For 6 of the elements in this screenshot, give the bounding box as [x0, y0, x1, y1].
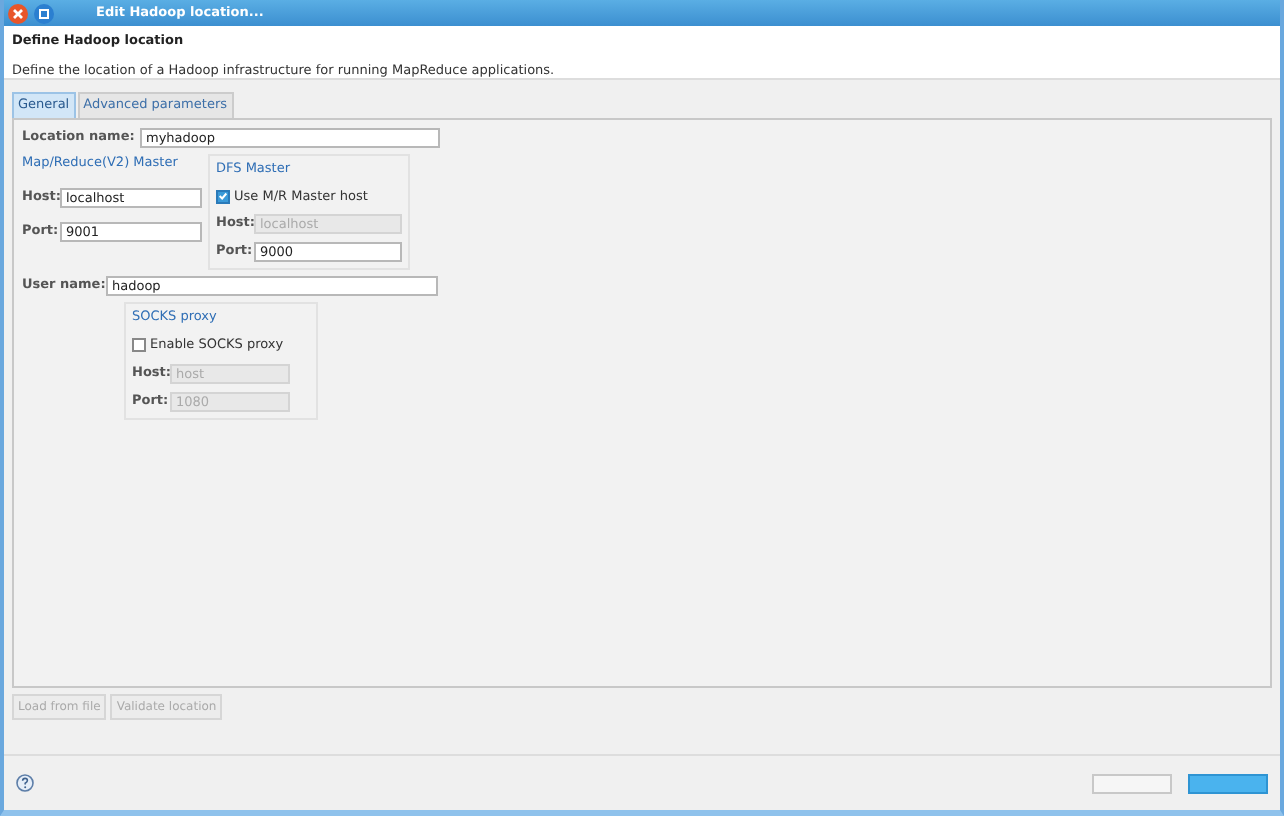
dialog-button[interactable] [1188, 773, 1268, 793]
maximize-button[interactable] [34, 3, 54, 23]
help-icon[interactable] [16, 774, 34, 792]
checkbox[interactable] [132, 338, 146, 353]
checkbox[interactable] [216, 189, 230, 204]
close-button[interactable] [8, 3, 28, 23]
